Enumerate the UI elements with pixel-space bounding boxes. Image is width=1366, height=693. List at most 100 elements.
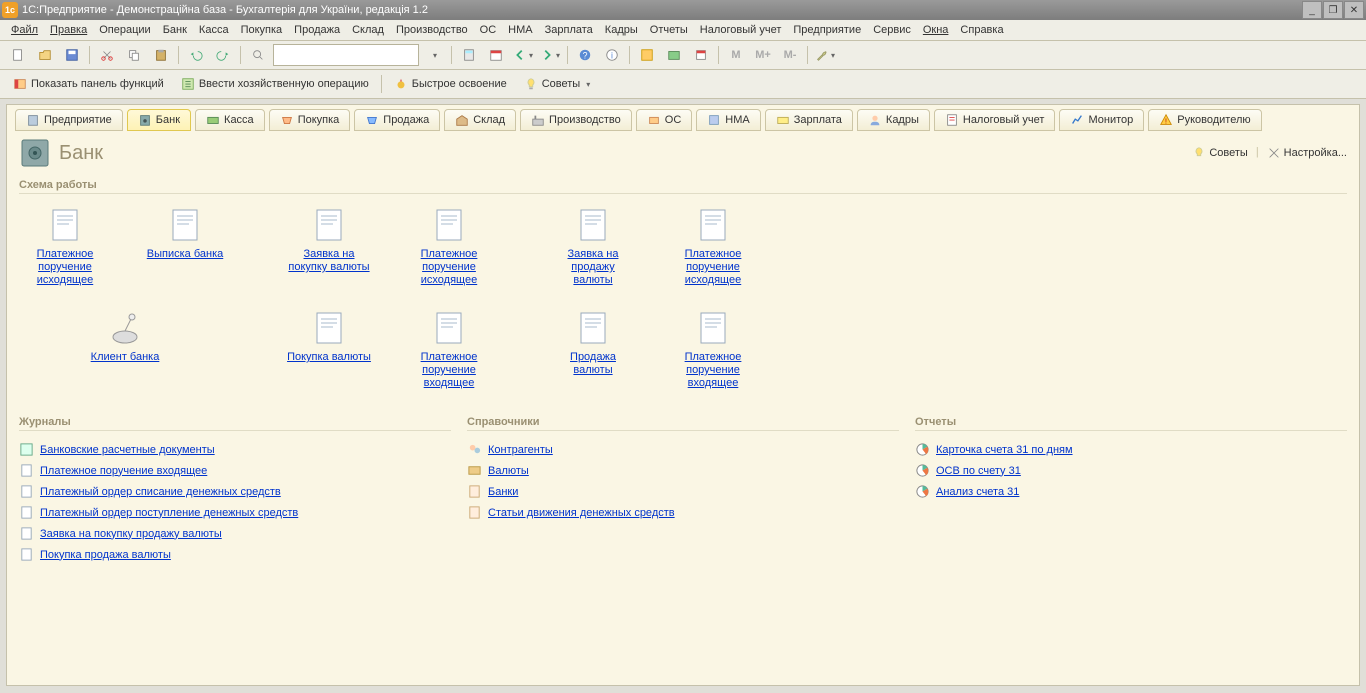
menu-operations[interactable]: Операции	[94, 22, 155, 38]
menu-nma[interactable]: НМА	[503, 22, 537, 38]
close-button[interactable]: ✕	[1344, 1, 1364, 19]
m-button[interactable]: M	[724, 43, 748, 67]
menu-service[interactable]: Сервис	[868, 22, 916, 38]
tab-purchase[interactable]: Покупка	[269, 109, 351, 131]
ref-item[interactable]: Контрагенты	[467, 439, 899, 460]
help-button[interactable]: ?	[573, 43, 597, 67]
tab-warehouse[interactable]: Склад	[444, 109, 516, 131]
schema-client-bank[interactable]: Клиент банка	[83, 311, 167, 364]
schema-section: Схема работы Платежное поручение исходящ…	[19, 177, 1347, 406]
menu-purchase[interactable]: Покупка	[236, 22, 288, 38]
tool-b-button[interactable]	[662, 43, 686, 67]
ref-item[interactable]: Банки	[467, 481, 899, 502]
save-button[interactable]	[60, 43, 84, 67]
journal-item[interactable]: Заявка на покупку продажу валюты	[19, 523, 451, 544]
show-panel-button[interactable]: Показать панель функций	[6, 72, 171, 96]
menu-stock[interactable]: Склад	[347, 22, 389, 38]
tab-monitor[interactable]: Монитор	[1059, 109, 1144, 131]
work-area: Предприятие Банк Касса Покупка Продажа С…	[0, 99, 1366, 692]
find-button[interactable]	[246, 43, 270, 67]
cut-button[interactable]	[95, 43, 119, 67]
tab-manager[interactable]: !Руководителю	[1148, 109, 1261, 131]
m-plus-button[interactable]: M+	[751, 43, 775, 67]
schema-payment-out-2[interactable]: Платежное поручение исходящее	[407, 208, 491, 287]
wrench-button[interactable]: ▾	[813, 43, 837, 67]
quick-start-button[interactable]: Быстрое освоение	[387, 72, 514, 96]
forward-button[interactable]: ▾	[538, 43, 562, 67]
tab-sale[interactable]: Продажа	[354, 109, 440, 131]
menu-help[interactable]: Справка	[955, 22, 1008, 38]
schema-title: Схема работы	[19, 177, 1347, 194]
panel-title: Банк	[59, 142, 1192, 165]
journal-item[interactable]: Платежный ордер поступление денежных сре…	[19, 502, 451, 523]
app-logo-icon: 1c	[2, 2, 18, 18]
tab-nma[interactable]: НМА	[696, 109, 760, 131]
ref-item[interactable]: Валюты	[467, 460, 899, 481]
restore-button[interactable]: ❐	[1323, 1, 1343, 19]
copy-button[interactable]	[122, 43, 146, 67]
menu-hr[interactable]: Кадры	[600, 22, 643, 38]
undo-button[interactable]	[184, 43, 208, 67]
schema-statement[interactable]: Выписка банка	[143, 208, 227, 261]
tool-a-button[interactable]	[635, 43, 659, 67]
tab-hr[interactable]: Кадры	[857, 109, 930, 131]
svg-text:?: ?	[583, 51, 588, 61]
tool-c-button[interactable]	[689, 43, 713, 67]
settings-link[interactable]: Настройка...	[1267, 146, 1347, 160]
journal-item[interactable]: Банковские расчетные документы	[19, 439, 451, 460]
tips-link[interactable]: Советы	[1192, 146, 1247, 160]
ref-item[interactable]: Статьи движения денежных средств	[467, 502, 899, 523]
manual-op-label: Ввести хозяйственную операцию	[199, 78, 369, 90]
schema-buy-request[interactable]: Заявка на покупку валюты	[287, 208, 371, 274]
open-button[interactable]	[33, 43, 57, 67]
schema-sell-currency[interactable]: Продажа валюты	[551, 311, 635, 377]
manual-op-button[interactable]: Ввести хозяйственную операцию	[174, 72, 376, 96]
search-dropdown[interactable]: ▾	[422, 43, 446, 67]
paste-button[interactable]	[149, 43, 173, 67]
menu-reports[interactable]: Отчеты	[645, 22, 693, 38]
report-item[interactable]: Карточка счета 31 по дням	[915, 439, 1347, 460]
info-button[interactable]: i	[600, 43, 624, 67]
journal-item[interactable]: Покупка продажа валюты	[19, 544, 451, 565]
tab-production[interactable]: Производство	[520, 109, 632, 131]
report-item[interactable]: Анализ счета 31	[915, 481, 1347, 502]
calc-button[interactable]	[457, 43, 481, 67]
schema-payment-in-2[interactable]: Платежное поручение входящее	[671, 311, 755, 390]
schema-payment-out[interactable]: Платежное поручение исходящее	[23, 208, 107, 287]
tab-os[interactable]: ОС	[636, 109, 693, 131]
tab-enterprise[interactable]: Предприятие	[15, 109, 123, 131]
show-panel-label: Показать панель функций	[31, 78, 164, 90]
menu-salary[interactable]: Зарплата	[540, 22, 598, 38]
redo-button[interactable]	[211, 43, 235, 67]
menu-file[interactable]: Файл	[6, 22, 43, 38]
schema-buy-currency[interactable]: Покупка валюты	[287, 311, 371, 364]
menu-bank[interactable]: Банк	[158, 22, 192, 38]
menu-cash[interactable]: Касса	[194, 22, 234, 38]
safe-icon	[19, 137, 51, 169]
tab-bank[interactable]: Банк	[127, 109, 191, 131]
tips-button[interactable]: Советы ▾	[517, 72, 598, 96]
tab-cash[interactable]: Касса	[195, 109, 265, 131]
minimize-button[interactable]: _	[1302, 1, 1322, 19]
menu-windows[interactable]: Окна	[918, 22, 954, 38]
schema-payment-out-3[interactable]: Платежное поручение исходящее	[671, 208, 755, 287]
menu-production[interactable]: Производство	[391, 22, 473, 38]
toolbar-main: ▾ ▾ ▾ ? i M M+ M- ▾	[0, 41, 1366, 70]
menu-edit[interactable]: Правка	[45, 22, 92, 38]
tab-salary[interactable]: Зарплата	[765, 109, 853, 131]
tab-tax[interactable]: Налоговый учет	[934, 109, 1056, 131]
menu-tax[interactable]: Налоговый учет	[695, 22, 787, 38]
schema-payment-in[interactable]: Платежное поручение входящее	[407, 311, 491, 390]
journal-item[interactable]: Платежный ордер списание денежных средст…	[19, 481, 451, 502]
search-input[interactable]	[273, 44, 419, 66]
new-button[interactable]	[6, 43, 30, 67]
menu-os[interactable]: ОС	[475, 22, 502, 38]
schema-sell-request[interactable]: Заявка на продажу валюты	[551, 208, 635, 287]
m-minus-button[interactable]: M-	[778, 43, 802, 67]
calendar-button[interactable]	[484, 43, 508, 67]
report-item[interactable]: ОСВ по счету 31	[915, 460, 1347, 481]
menu-enterprise[interactable]: Предприятие	[788, 22, 866, 38]
back-button[interactable]: ▾	[511, 43, 535, 67]
menu-sale[interactable]: Продажа	[289, 22, 345, 38]
journal-item[interactable]: Платежное поручение входящее	[19, 460, 451, 481]
